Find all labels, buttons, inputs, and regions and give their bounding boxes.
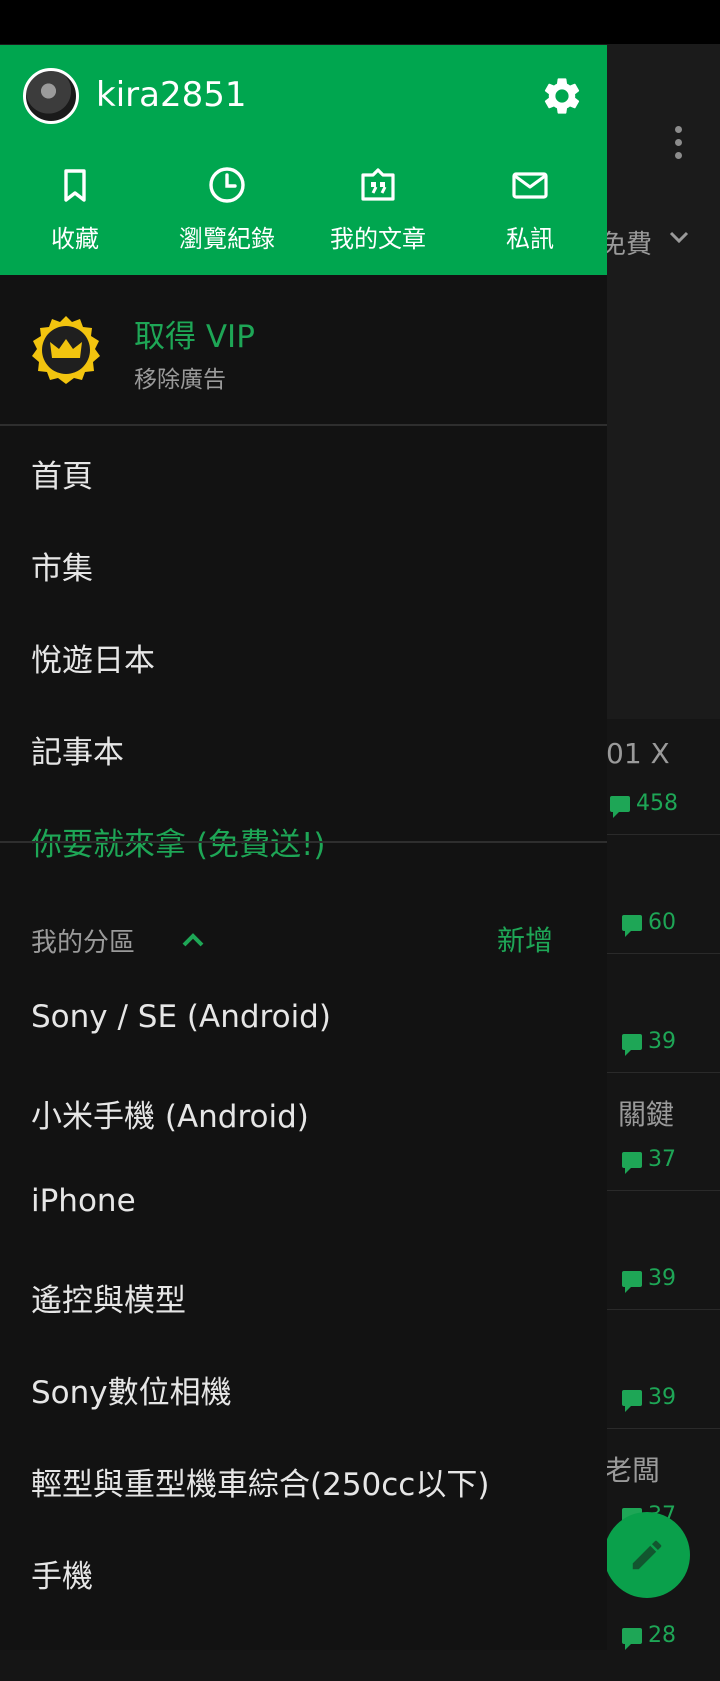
status-bar: [0, 0, 720, 44]
list-item-divider: [600, 1428, 720, 1429]
vip-subtitle: 移除廣告: [134, 367, 226, 393]
list-item-title[interactable]: 老闆: [604, 1449, 660, 1489]
board-item[interactable]: 手機: [31, 1551, 93, 1596]
vip-crown-icon: [32, 316, 100, 384]
reply-count: 458: [610, 791, 678, 818]
comment-icon: [622, 1627, 642, 1650]
comment-icon: [610, 795, 630, 818]
list-item-divider: [600, 1309, 720, 1310]
comment-icon: [622, 914, 642, 937]
clock-icon: [209, 167, 245, 203]
board-item[interactable]: 遙控與模型: [31, 1275, 186, 1320]
my-articles-button[interactable]: 我的文章: [303, 165, 453, 254]
vip-banner[interactable]: 取得 VIP 移除廣告: [0, 275, 607, 426]
comment-icon: [622, 1389, 642, 1412]
username[interactable]: kira2851: [96, 75, 246, 115]
reply-count: 39: [622, 1266, 676, 1293]
comment-icon: [622, 1033, 642, 1056]
board-item[interactable]: Sony數位相機: [31, 1367, 232, 1412]
filter-label[interactable]: 免費: [600, 224, 652, 261]
board-item[interactable]: iPhone: [31, 1183, 136, 1219]
list-item-title[interactable]: 01 X: [606, 737, 670, 770]
history-button[interactable]: 瀏覽紀錄: [152, 165, 302, 254]
reply-count: 39: [622, 1385, 676, 1412]
chevron-down-icon[interactable]: [668, 226, 690, 248]
board-item[interactable]: Sony / SE (Android): [31, 999, 331, 1035]
quick-action-label: 收藏: [51, 225, 99, 253]
divider: [0, 841, 607, 843]
comment-icon: [622, 1270, 642, 1293]
menu-item-notebook[interactable]: 記事本: [31, 727, 124, 772]
quick-action-label: 瀏覽紀錄: [179, 225, 275, 253]
comment-icon: [622, 1151, 642, 1174]
messages-button[interactable]: 私訊: [455, 165, 605, 254]
quick-action-label: 私訊: [506, 225, 554, 253]
mail-icon: [512, 172, 548, 199]
article-icon: [361, 168, 395, 201]
menu-item-japan[interactable]: 悅遊日本: [31, 635, 155, 680]
list-item-title[interactable]: 關鍵: [618, 1093, 674, 1133]
bookmark-icon: [64, 169, 86, 202]
list-item-divider: [600, 1190, 720, 1191]
drawer-header: kira2851 收藏 瀏覽紀錄 我的文章 私訊: [0, 45, 607, 275]
avatar[interactable]: [23, 68, 79, 124]
quick-action-label: 我的文章: [330, 225, 426, 253]
gear-icon[interactable]: [540, 74, 584, 118]
section-title[interactable]: 我的分區: [31, 922, 135, 959]
board-item[interactable]: 輕型與重型機車綜合(250cc以下): [31, 1459, 489, 1504]
bookmarks-button[interactable]: 收藏: [0, 165, 150, 254]
more-options-icon[interactable]: [668, 126, 688, 166]
board-item[interactable]: 小米手機 (Android): [31, 1091, 309, 1136]
vip-title: 取得 VIP: [134, 319, 255, 355]
pencil-icon: [632, 1540, 662, 1570]
menu-item-home[interactable]: 首頁: [31, 451, 93, 496]
menu-item-market[interactable]: 市集: [31, 543, 93, 588]
reply-count: 60: [622, 910, 676, 937]
navigation-drawer: kira2851 收藏 瀏覽紀錄 我的文章 私訊 取得 VIP 移除廣告 首頁 …: [0, 45, 607, 1650]
list-item-divider: [600, 953, 720, 954]
reply-count: 39: [622, 1029, 676, 1056]
list-item-divider: [600, 1072, 720, 1073]
chevron-up-icon[interactable]: [180, 930, 206, 950]
list-item-divider: [600, 834, 720, 835]
reply-count: 37: [622, 1147, 676, 1174]
add-board-button[interactable]: 新增: [497, 919, 553, 959]
reply-count: 28: [622, 1623, 676, 1650]
compose-button[interactable]: [604, 1512, 690, 1598]
